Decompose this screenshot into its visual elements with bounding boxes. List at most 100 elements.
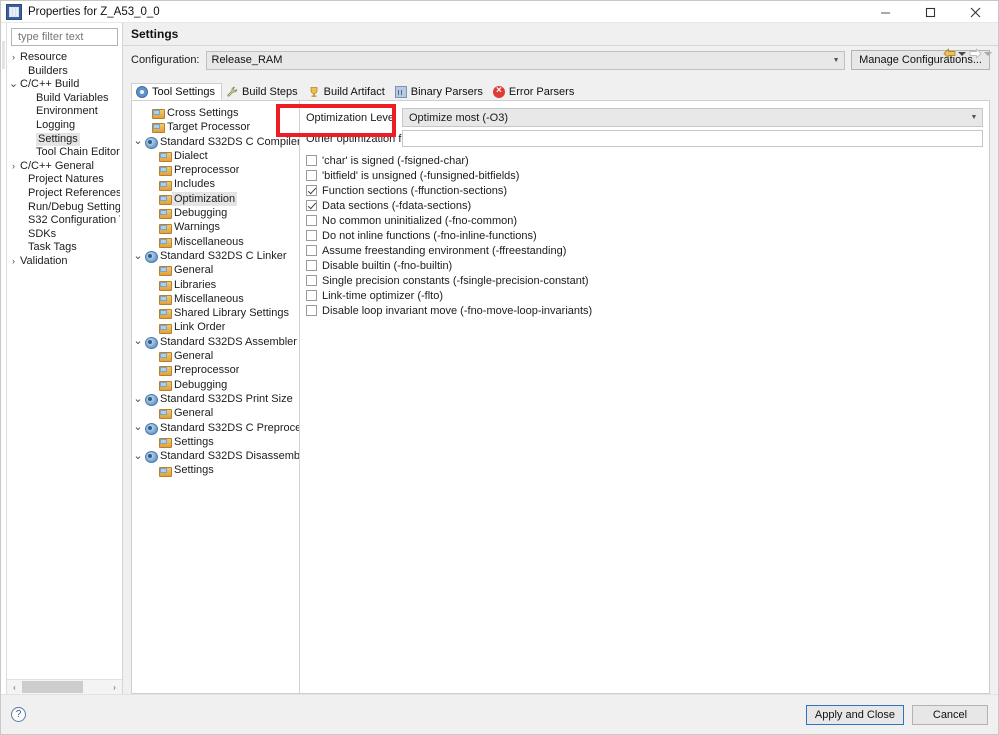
- sidebar-item-resource[interactable]: › Resource: [7, 51, 122, 65]
- nav-horizontal-scrollbar[interactable]: ‹ ›: [7, 679, 122, 694]
- checkbox-row[interactable]: Link-time optimizer (-flto): [306, 288, 983, 303]
- checkbox-row[interactable]: Disable loop invariant move (-fno-move-l…: [306, 303, 983, 318]
- apply-and-close-button[interactable]: Apply and Close: [805, 704, 904, 725]
- checkbox-row[interactable]: 'bitfield' is unsigned (-funsigned-bitfi…: [306, 168, 983, 183]
- back-navigation[interactable]: [943, 48, 966, 59]
- checkbox-row[interactable]: Assume freestanding environment (-ffrees…: [306, 243, 983, 258]
- cancel-button[interactable]: Cancel: [912, 704, 988, 725]
- sidebar-item-c-c-general[interactable]: › C/C++ General: [7, 160, 122, 174]
- sidebar-item-c-c-build[interactable]: ⌄ C/C++ Build: [7, 78, 122, 92]
- sidebar-item-settings[interactable]: Settings: [7, 132, 122, 147]
- checkbox-row[interactable]: Function sections (-ffunction-sections): [306, 183, 983, 198]
- chevron-down-icon[interactable]: ⌄: [7, 79, 20, 90]
- chevron-down-icon[interactable]: ⌄: [132, 393, 144, 404]
- sidebar-item-project-natures[interactable]: Project Natures: [7, 173, 122, 187]
- filter-box[interactable]: [11, 28, 118, 46]
- minimize-icon[interactable]: [863, 1, 908, 23]
- tool-tree-item-general[interactable]: General: [132, 263, 299, 277]
- tool-tree-item-standard-s32ds-assembler[interactable]: ⌄ Standard S32DS Assembler: [132, 335, 299, 349]
- checkbox-row[interactable]: Do not inline functions (-fno-inline-fun…: [306, 228, 983, 243]
- chevron-right-icon[interactable]: ›: [7, 51, 20, 65]
- chevron-down-icon[interactable]: ▼: [828, 52, 844, 69]
- sidebar-item-run-debug-settings[interactable]: Run/Debug Settings: [7, 201, 122, 215]
- sidebar-item-tool-chain-editor[interactable]: Tool Chain Editor: [7, 146, 122, 160]
- checkbox-unchecked[interactable]: [306, 260, 317, 271]
- checkbox-row[interactable]: Disable builtin (-fno-builtin): [306, 258, 983, 273]
- tool-tree-item-settings[interactable]: Settings: [132, 435, 299, 449]
- checkbox-unchecked[interactable]: [306, 290, 317, 301]
- tool-tree-item-debugging[interactable]: Debugging: [132, 378, 299, 392]
- checkbox-unchecked[interactable]: [306, 275, 317, 286]
- scrollbar-track[interactable]: [22, 679, 107, 694]
- tool-tree-item-general[interactable]: General: [132, 349, 299, 363]
- sidebar-item-project-references[interactable]: Project References: [7, 187, 122, 201]
- sidebar-item-environment[interactable]: Environment: [7, 105, 122, 119]
- tool-tree[interactable]: Cross Settings Target Processor ⌄ Standard …: [132, 101, 300, 693]
- tab-error-parsers[interactable]: Error Parsers: [489, 83, 580, 100]
- tool-tree-item-standard-s32ds-c-linker[interactable]: ⌄ Standard S32DS C Linker: [132, 249, 299, 264]
- checkbox-row[interactable]: Single precision constants (-fsingle-pre…: [306, 273, 983, 288]
- close-icon[interactable]: [953, 1, 998, 23]
- maximize-icon[interactable]: [908, 1, 953, 23]
- sidebar-item-logging[interactable]: Logging: [7, 119, 122, 133]
- tab-binary-parsers[interactable]: Binary Parsers: [391, 83, 489, 100]
- sidebar-item-task-tags[interactable]: Task Tags: [7, 241, 122, 255]
- other-flags-field[interactable]: [402, 130, 983, 147]
- tool-tree-item-libraries[interactable]: Libraries: [132, 278, 299, 292]
- settings-tree[interactable]: › Resource Builders ⌄ C/C++ Build Build Varia…: [7, 49, 122, 679]
- chevron-down-icon[interactable]: ▼: [966, 114, 982, 121]
- tool-tree-item-cross-settings[interactable]: Cross Settings: [132, 106, 299, 120]
- tool-tree-item-target-processor[interactable]: Target Processor: [132, 120, 299, 134]
- checkbox-unchecked[interactable]: [306, 245, 317, 256]
- scroll-right-icon[interactable]: ›: [107, 680, 122, 695]
- checkbox-checked[interactable]: [306, 185, 317, 196]
- sidebar-item-s32-configuration-to[interactable]: S32 Configuration To: [7, 214, 122, 228]
- tool-tree-item-link-order[interactable]: Link Order: [132, 320, 299, 334]
- chevron-down-icon[interactable]: ⌄: [132, 450, 144, 461]
- tool-tree-item-debugging[interactable]: Debugging: [132, 206, 299, 220]
- checkbox-checked[interactable]: [306, 200, 317, 211]
- forward-dropdown-icon[interactable]: [984, 51, 992, 56]
- back-dropdown-icon[interactable]: [958, 51, 966, 56]
- chevron-right-icon[interactable]: ›: [7, 160, 20, 174]
- checkbox-row[interactable]: 'char' is signed (-fsigned-char): [306, 153, 983, 168]
- sidebar-item-build-variables[interactable]: Build Variables: [7, 92, 122, 106]
- tool-tree-item-general[interactable]: General: [132, 406, 299, 420]
- tool-tree-item-dialect[interactable]: Dialect: [132, 149, 299, 163]
- configuration-dropdown[interactable]: Release_RAM ▼: [205, 50, 846, 70]
- checkbox-unchecked[interactable]: [306, 215, 317, 226]
- tool-tree-item-standard-s32ds-disassembler[interactable]: ⌄ Standard S32DS Disassembler: [132, 449, 299, 464]
- tool-tree-item-standard-s32ds-c-compiler[interactable]: ⌄ Standard S32DS C Compiler: [132, 135, 299, 149]
- tab-build-artifact[interactable]: Build Artifact: [304, 83, 391, 100]
- chevron-down-icon[interactable]: ⌄: [132, 336, 144, 347]
- tool-tree-item-settings[interactable]: Settings: [132, 463, 299, 477]
- chevron-right-icon[interactable]: ›: [7, 255, 20, 269]
- tool-tree-item-preprocessor[interactable]: Preprocessor: [132, 163, 299, 177]
- tool-tree-item-optimization[interactable]: Optimization: [132, 191, 299, 207]
- checkbox-unchecked[interactable]: [306, 155, 317, 166]
- checkbox-unchecked[interactable]: [306, 305, 317, 316]
- chevron-down-icon[interactable]: ⌄: [132, 422, 144, 433]
- tab-build-steps[interactable]: Build Steps: [222, 83, 304, 100]
- tab-tool-settings[interactable]: Tool Settings: [131, 83, 222, 100]
- sidebar-item-validation[interactable]: › Validation: [7, 255, 122, 269]
- checkbox-row[interactable]: No common uninitialized (-fno-common): [306, 213, 983, 228]
- tool-tree-item-preprocessor[interactable]: Preprocessor: [132, 363, 299, 377]
- checkbox-unchecked[interactable]: [306, 230, 317, 241]
- tool-tree-item-warnings[interactable]: Warnings: [132, 220, 299, 234]
- tool-tree-item-standard-s32ds-c-preprocessor[interactable]: ⌄ Standard S32DS C Preprocessor: [132, 421, 299, 435]
- sidebar-item-sdks[interactable]: SDKs: [7, 228, 122, 242]
- search-input[interactable]: [16, 30, 113, 44]
- tool-tree-item-miscellaneous[interactable]: Miscellaneous: [132, 235, 299, 249]
- tool-tree-item-standard-s32ds-print-size[interactable]: ⌄ Standard S32DS Print Size: [132, 392, 299, 407]
- other-flags-input[interactable]: [403, 131, 982, 146]
- forward-navigation[interactable]: [969, 48, 992, 59]
- sidebar-item-builders[interactable]: Builders: [7, 65, 122, 79]
- chevron-down-icon[interactable]: ⌄: [132, 136, 144, 147]
- optimization-level-dropdown[interactable]: Optimize most (-O3) ▼: [402, 108, 983, 127]
- help-icon[interactable]: ?: [11, 707, 26, 722]
- tool-tree-item-miscellaneous[interactable]: Miscellaneous: [132, 292, 299, 306]
- scrollbar-thumb[interactable]: [22, 680, 84, 693]
- scroll-left-icon[interactable]: ‹: [7, 680, 22, 695]
- checkbox-row[interactable]: Data sections (-fdata-sections): [306, 198, 983, 213]
